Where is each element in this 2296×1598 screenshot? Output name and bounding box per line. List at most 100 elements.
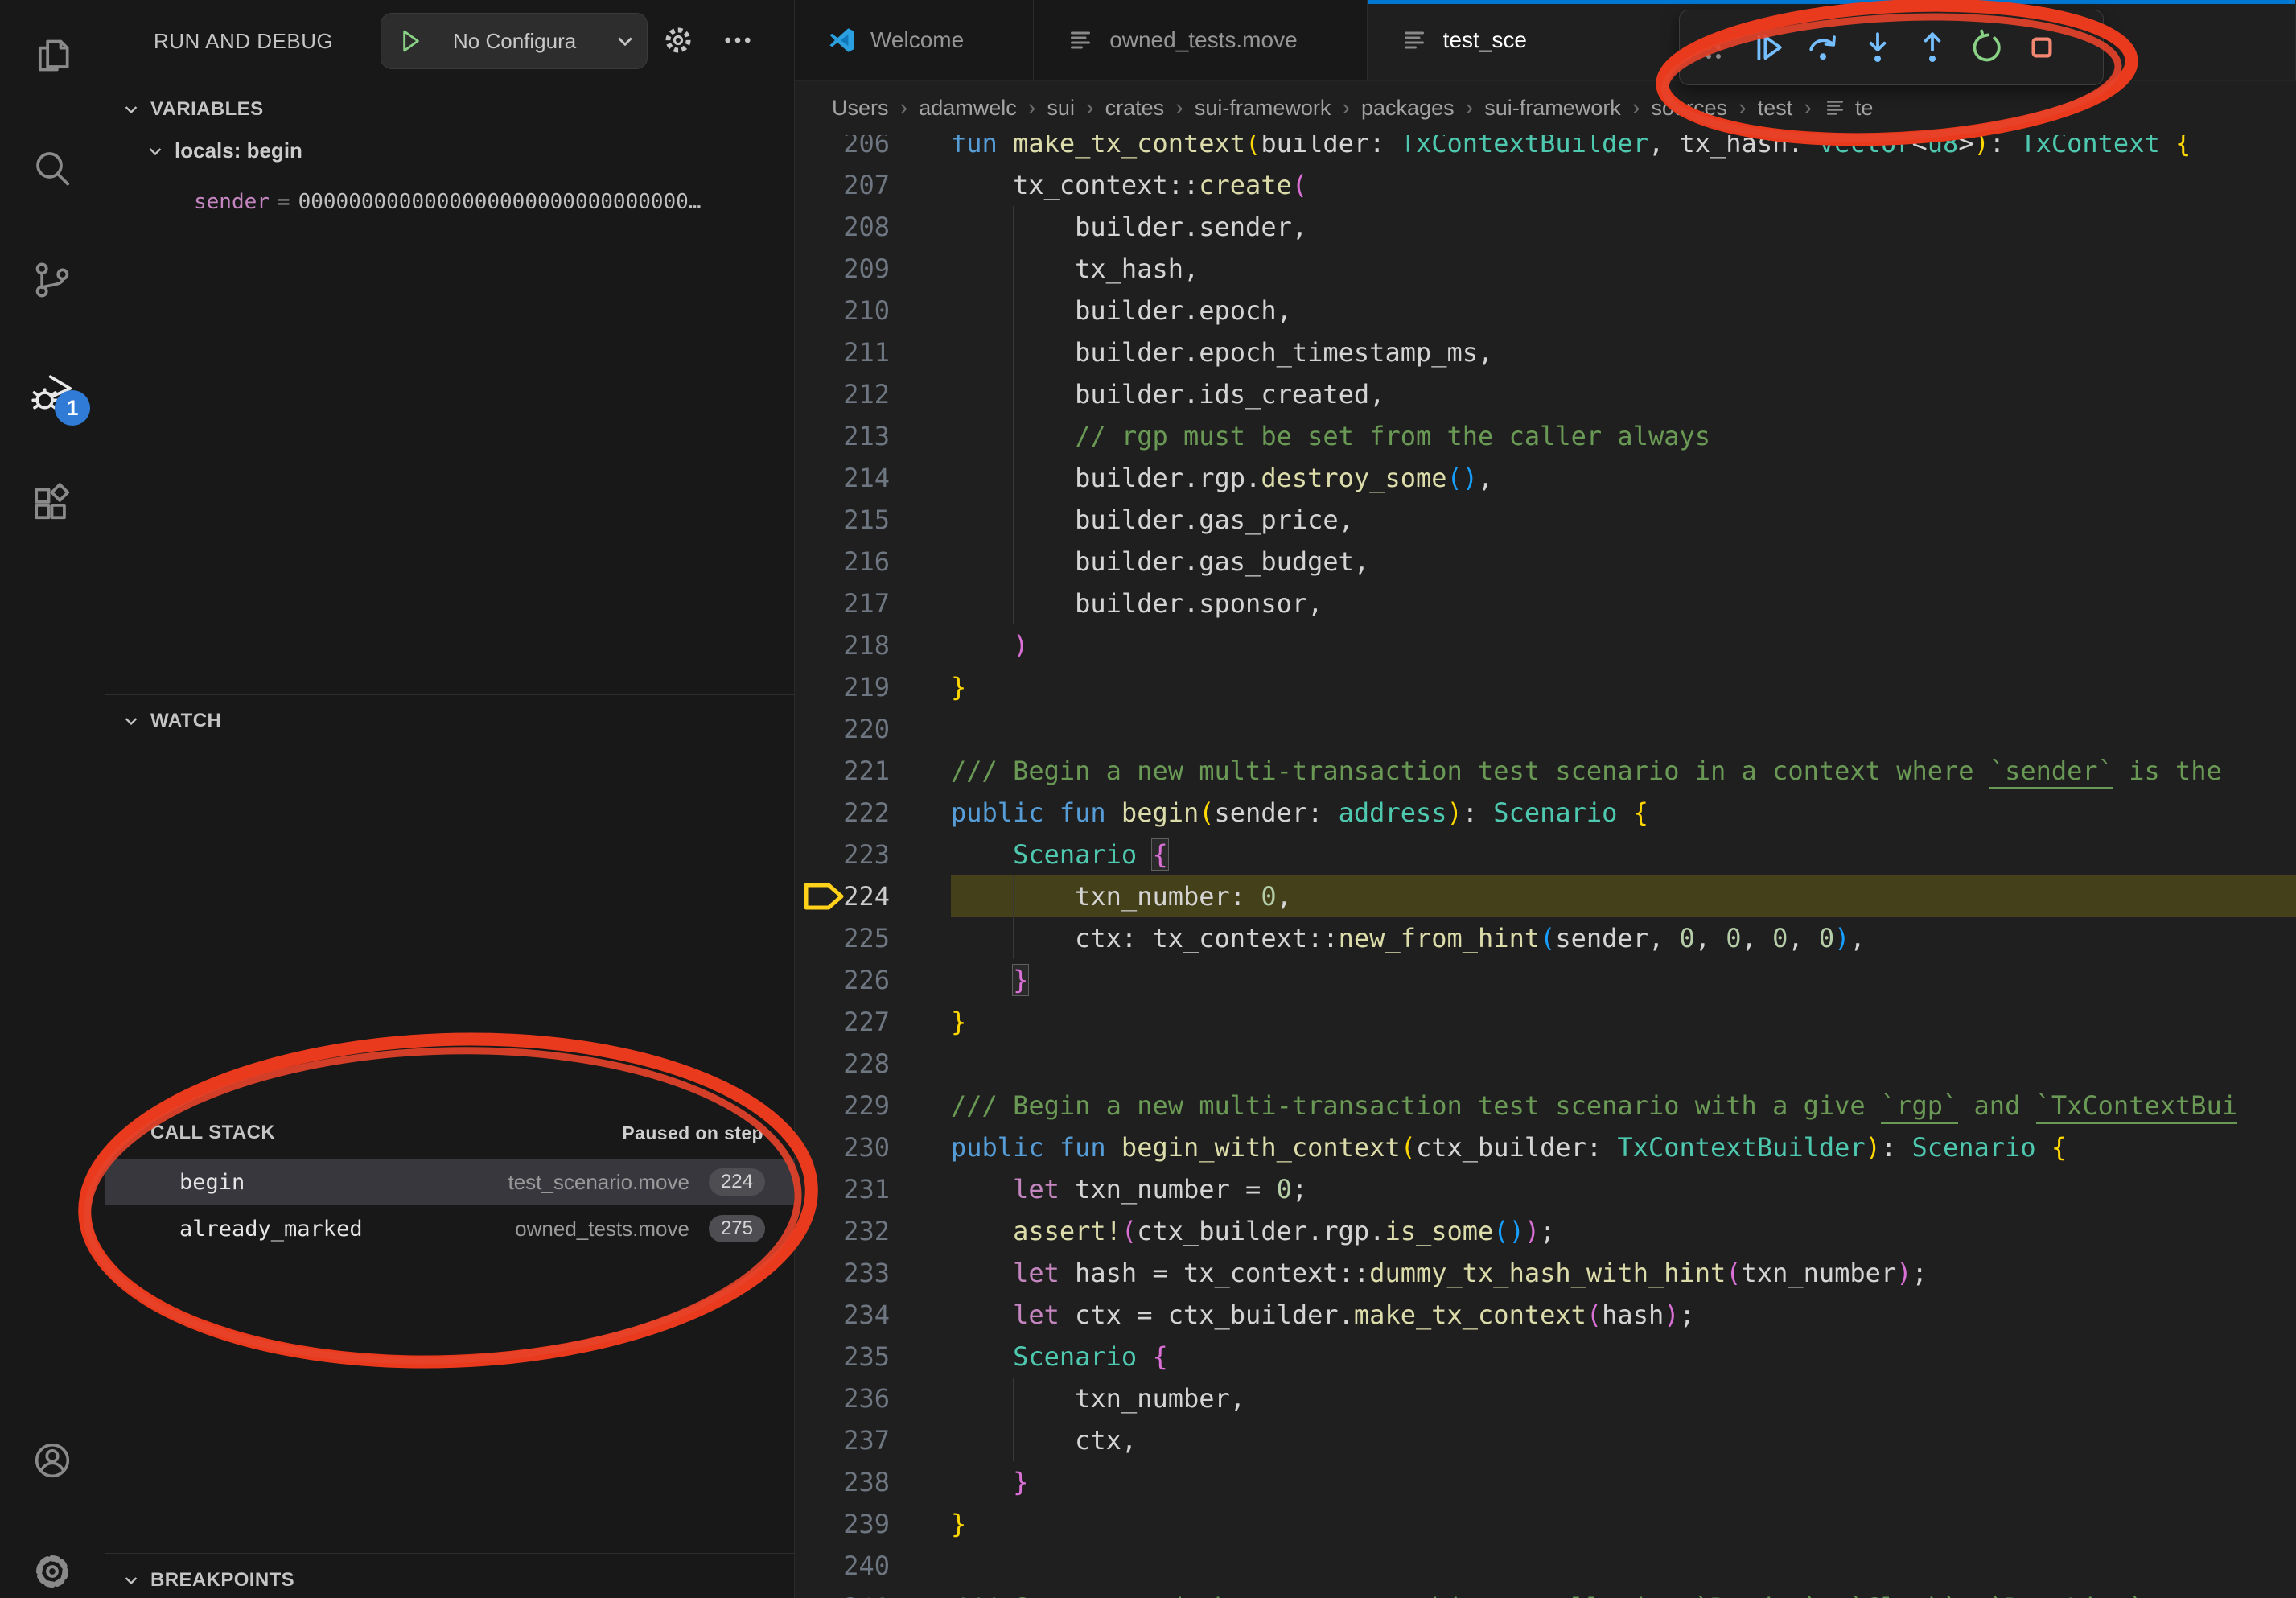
- code-line-218[interactable]: 218 ): [795, 624, 2296, 666]
- line-number: 231: [795, 1168, 890, 1210]
- code-line-226[interactable]: 226 }: [795, 959, 2296, 1001]
- code-line-241[interactable]: 241/// Creates and shares system objects…: [795, 1587, 2296, 1598]
- chevron-down-icon: [120, 1569, 142, 1592]
- code-line-text: txn_number,: [951, 1378, 1245, 1419]
- breadcrumb-item[interactable]: Users: [832, 96, 889, 121]
- breadcrumb-file-item[interactable]: te: [1823, 96, 1874, 121]
- code-line-207[interactable]: 207 tx_context::create(: [795, 164, 2296, 206]
- variables-scope-row[interactable]: locals: begin: [144, 138, 302, 163]
- editor-tab-owned-tests-move[interactable]: owned_tests.move: [1034, 0, 1367, 80]
- code-line-236[interactable]: 236 txn_number,: [795, 1378, 2296, 1419]
- code-line-216[interactable]: 216 builder.gas_budget,: [795, 541, 2296, 583]
- code-line-222[interactable]: 222public fun begin(sender: address): Sc…: [795, 792, 2296, 834]
- code-line-214[interactable]: 214 builder.rgp.destroy_some(),: [795, 457, 2296, 499]
- step-out-button[interactable]: [1907, 19, 1958, 76]
- activity-bar-item-explorer[interactable]: [0, 11, 105, 100]
- line-number: 210: [795, 290, 890, 332]
- vscode-logo-icon: [827, 26, 856, 55]
- code-line-text: public fun begin(sender: address): Scena…: [951, 792, 1648, 834]
- views-more-actions-button[interactable]: [718, 21, 757, 60]
- activity-bar-item-search[interactable]: [0, 124, 105, 212]
- variables-section-header[interactable]: VARIABLES: [120, 87, 264, 132]
- code-line-217[interactable]: 217 builder.sponsor,: [795, 583, 2296, 624]
- tab-label: Welcome: [870, 27, 964, 53]
- breadcrumb-item[interactable]: sui-framework: [1195, 96, 1331, 121]
- frame-file-name: owned_tests.move: [515, 1217, 689, 1242]
- code-line-223[interactable]: 223 Scenario {: [795, 834, 2296, 875]
- breadcrumb-item[interactable]: sources: [1651, 96, 1727, 121]
- code-line-239[interactable]: 239}: [795, 1503, 2296, 1545]
- code-line-235[interactable]: 235 Scenario {: [795, 1336, 2296, 1378]
- code-line-234[interactable]: 234 let ctx = ctx_builder.make_tx_contex…: [795, 1294, 2296, 1336]
- line-number: 230: [795, 1126, 890, 1168]
- watch-section-header[interactable]: WATCH: [120, 698, 221, 743]
- code-line-228[interactable]: 228: [795, 1043, 2296, 1085]
- file-lines-icon: [1823, 96, 1847, 120]
- code-line-206[interactable]: 206fun make_tx_context(builder: TxContex…: [795, 135, 2296, 164]
- code-line-221[interactable]: 221/// Begin a new multi-transaction tes…: [795, 750, 2296, 792]
- code-line-212[interactable]: 212 builder.ids_created,: [795, 373, 2296, 415]
- activity-bar-item-source-control[interactable]: [0, 236, 105, 324]
- code-line-224[interactable]: 224 txn_number: 0,: [795, 875, 2296, 917]
- line-number: 241: [795, 1587, 890, 1598]
- breadcrumb-item[interactable]: packages: [1361, 96, 1455, 121]
- code-line-233[interactable]: 233 let hash = tx_context::dummy_tx_hash…: [795, 1252, 2296, 1294]
- call-stack-frame-begin[interactable]: begintest_scenario.move224: [105, 1159, 794, 1205]
- current-step-marker-icon: [803, 881, 846, 912]
- code-line-238[interactable]: 238 }: [795, 1461, 2296, 1503]
- activity-bar-item-extensions[interactable]: [0, 459, 105, 548]
- activity-bar-item-account[interactable]: [0, 1416, 105, 1505]
- code-line-219[interactable]: 219}: [795, 666, 2296, 708]
- line-number: 239: [795, 1503, 890, 1545]
- section-divider[interactable]: [105, 694, 794, 695]
- drag-grip-icon: [1694, 28, 1733, 67]
- step-over-button[interactable]: [1797, 19, 1849, 76]
- code-line-231[interactable]: 231 let txn_number = 0;: [795, 1168, 2296, 1210]
- code-line-229[interactable]: 229/// Begin a new multi-transaction tes…: [795, 1085, 2296, 1126]
- code-line-215[interactable]: 215 builder.gas_price,: [795, 499, 2296, 541]
- call-stack-section-header[interactable]: CALL STACK Paused on step: [120, 1110, 780, 1155]
- debug-toolbar-drag-handle[interactable]: [1688, 19, 1739, 76]
- chevron-down-icon: [144, 140, 167, 163]
- code-line-227[interactable]: 227}: [795, 1001, 2296, 1043]
- activity-bar-item-run-and-debug[interactable]: 1: [0, 348, 105, 437]
- debug-settings-button[interactable]: [659, 21, 697, 60]
- code-line-text: builder.sponsor,: [951, 583, 1323, 624]
- editor-tab-welcome[interactable]: Welcome: [795, 0, 1034, 80]
- breadcrumb-item[interactable]: test: [1758, 96, 1793, 121]
- code-line-237[interactable]: 237 ctx,: [795, 1419, 2296, 1461]
- code-line-220[interactable]: 220: [795, 708, 2296, 750]
- stop-button[interactable]: [2016, 19, 2068, 76]
- breakpoints-section-header[interactable]: BREAKPOINTS: [120, 1558, 294, 1598]
- line-number: 237: [795, 1419, 890, 1461]
- code-line-208[interactable]: 208 builder.sender,: [795, 206, 2296, 248]
- line-number: 215: [795, 499, 890, 541]
- code-line-211[interactable]: 211 builder.epoch_timestamp_ms,: [795, 332, 2296, 373]
- breadcrumb-item[interactable]: sui-framework: [1484, 96, 1621, 121]
- code-line-209[interactable]: 209 tx_hash,: [795, 248, 2296, 290]
- step-out-icon: [1913, 28, 1952, 67]
- code-line-225[interactable]: 225 ctx: tx_context::new_from_hint(sende…: [795, 917, 2296, 959]
- code-editor[interactable]: 206fun make_tx_context(builder: TxContex…: [795, 135, 2296, 1598]
- debug-configuration-picker[interactable]: No Configura: [381, 13, 648, 69]
- call-stack-frame-already_marked[interactable]: already_markedowned_tests.move275: [105, 1205, 794, 1252]
- step-into-button[interactable]: [1852, 19, 1903, 76]
- line-number: 220: [795, 708, 890, 750]
- breadcrumb-item[interactable]: crates: [1105, 96, 1165, 121]
- restart-button[interactable]: [1961, 19, 2013, 76]
- ellipsis-icon: [721, 23, 755, 57]
- code-line-230[interactable]: 230public fun begin_with_context(ctx_bui…: [795, 1126, 2296, 1168]
- code-line-210[interactable]: 210 builder.epoch,: [795, 290, 2296, 332]
- code-line-240[interactable]: 240: [795, 1545, 2296, 1587]
- start-debugging-button[interactable]: [381, 14, 438, 68]
- breadcrumb-item[interactable]: adamwelc: [919, 96, 1017, 121]
- breadcrumb-separator: ›: [1028, 95, 1036, 121]
- code-line-213[interactable]: 213 // rgp must be set from the caller a…: [795, 415, 2296, 457]
- breadcrumb-item[interactable]: sui: [1047, 96, 1075, 121]
- configuration-dropdown-label[interactable]: No Configura: [438, 29, 611, 54]
- variable-row-sender[interactable]: sender = 0000000000000000000000000000000…: [194, 190, 701, 214]
- activity-bar-item-settings-gear[interactable]: [0, 1527, 105, 1598]
- code-line-232[interactable]: 232 assert!(ctx_builder.rgp.is_some());: [795, 1210, 2296, 1252]
- section-divider[interactable]: [105, 1553, 794, 1554]
- continue-button[interactable]: [1743, 19, 1794, 76]
